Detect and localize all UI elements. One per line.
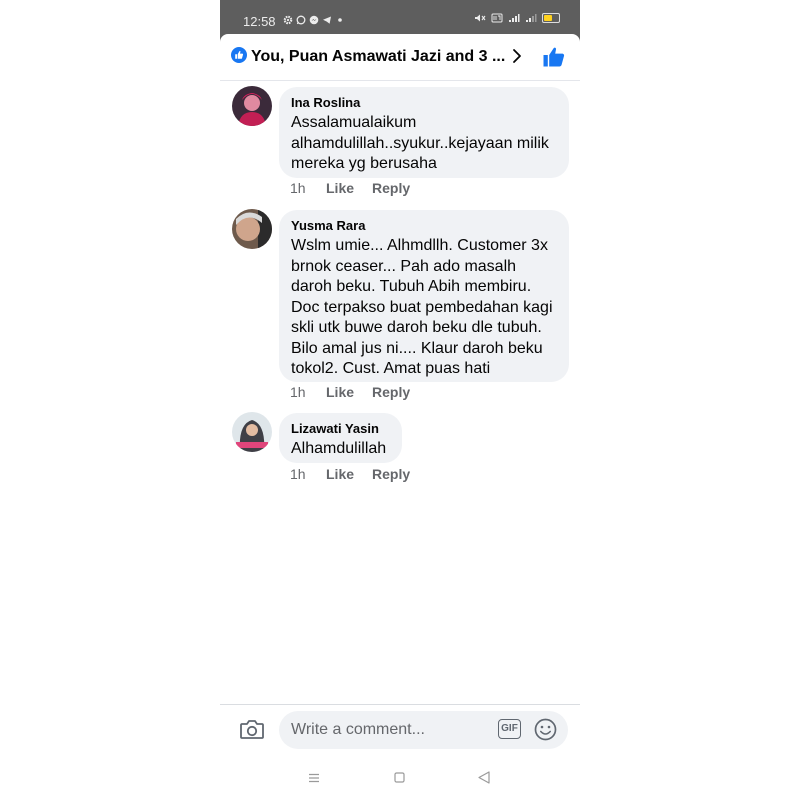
comment-line: daroh beku. Tubuh Abih membiru. (291, 278, 532, 295)
mute-icon (475, 14, 486, 22)
messenger-icon (309, 15, 319, 25)
system-nav-bar (220, 760, 580, 796)
camera-icon[interactable] (239, 717, 265, 741)
reply-button[interactable]: Reply (372, 466, 410, 482)
comment-text: Alhamdulillah (291, 439, 390, 460)
back-triangle-icon[interactable] (477, 771, 491, 784)
like-icon (231, 47, 247, 63)
comment-author[interactable]: Ina Roslina (291, 95, 557, 111)
comment-line: Doc terpakso buat pembedahan kagi (291, 298, 553, 316)
gif-button[interactable]: GIF (498, 719, 521, 739)
signal-icon (509, 14, 520, 22)
composer-divider (220, 704, 580, 705)
avatar[interactable] (232, 86, 272, 126)
comment-line: Assalamualaikum (291, 114, 417, 131)
phone-screen: 12:58 You, Puan Asmawati Jazi and 3 ... (220, 0, 580, 800)
battery-icon (542, 13, 560, 23)
comment-time: 1h (290, 466, 306, 482)
whatsapp-icon (296, 15, 306, 25)
comment-line: Alhamdulillah (291, 440, 387, 457)
comment-actions: 1h Like Reply (290, 384, 410, 400)
comment-input[interactable] (279, 711, 568, 749)
comment-line: Wslm umie... Alhmdllh. Customer 3x (291, 237, 548, 254)
home-square-icon[interactable] (394, 772, 405, 783)
comment-line: Bilo amal jus ni.... Klaur daroh beku (291, 339, 543, 357)
status-time: 12:58 (243, 14, 276, 29)
comment-actions: 1h Like Reply (290, 466, 410, 482)
comment-bubble[interactable]: Yusma Rara Wslm umie... Alhmdllh. Custom… (279, 210, 569, 382)
telegram-icon (323, 16, 331, 24)
comment-line: tokol2. Cust. Amat puas hati (291, 360, 491, 377)
comment-time: 1h (290, 180, 306, 196)
comment-text: Wslm umie... Alhmdllh. Customer 3x brnok… (291, 236, 557, 380)
battery-level (544, 15, 552, 21)
reactions-header: You, Puan Asmawati Jazi and 3 ... (220, 34, 580, 81)
comment-line: alhamdulillah..syukur..kejayaan milik (291, 134, 549, 152)
comment-line: mereka yg berusaha (291, 155, 437, 172)
comment-bubble[interactable]: Lizawati Yasin Alhamdulillah (279, 413, 402, 463)
dot-icon (338, 18, 342, 22)
emoji-icon[interactable] (534, 718, 557, 741)
menu-icon[interactable] (308, 772, 320, 784)
gear-icon (283, 15, 293, 25)
comment-line: brnok ceaser... Pah ado masalh (291, 257, 517, 275)
reactions-title[interactable]: You, Puan Asmawati Jazi and 3 ... (251, 48, 505, 66)
comment-author[interactable]: Lizawati Yasin (291, 421, 390, 437)
comment-author[interactable]: Yusma Rara (291, 218, 557, 234)
comment-line: skli utk buwe daroh beku dle tubuh. (291, 319, 542, 336)
like-button[interactable]: Like (326, 180, 372, 196)
thumbs-up-icon[interactable] (542, 45, 566, 69)
reply-button[interactable]: Reply (372, 384, 410, 400)
reply-button[interactable]: Reply (372, 180, 410, 196)
volte-icon (491, 13, 503, 23)
avatar[interactable] (232, 209, 272, 249)
like-button[interactable]: Like (326, 466, 372, 482)
comment-text: Assalamualaikum alhamdulillah..syukur..k… (291, 113, 557, 175)
comment-bubble[interactable]: Ina Roslina Assalamualaikum alhamdulilla… (279, 87, 569, 178)
comment-time: 1h (290, 384, 306, 400)
chevron-right-icon[interactable] (510, 46, 524, 66)
status-system-icons (474, 13, 560, 23)
status-notification-icons (283, 15, 345, 25)
like-button[interactable]: Like (326, 384, 372, 400)
avatar[interactable] (232, 412, 272, 452)
comment-actions: 1h Like Reply (290, 180, 410, 196)
signal-icon (526, 14, 537, 22)
